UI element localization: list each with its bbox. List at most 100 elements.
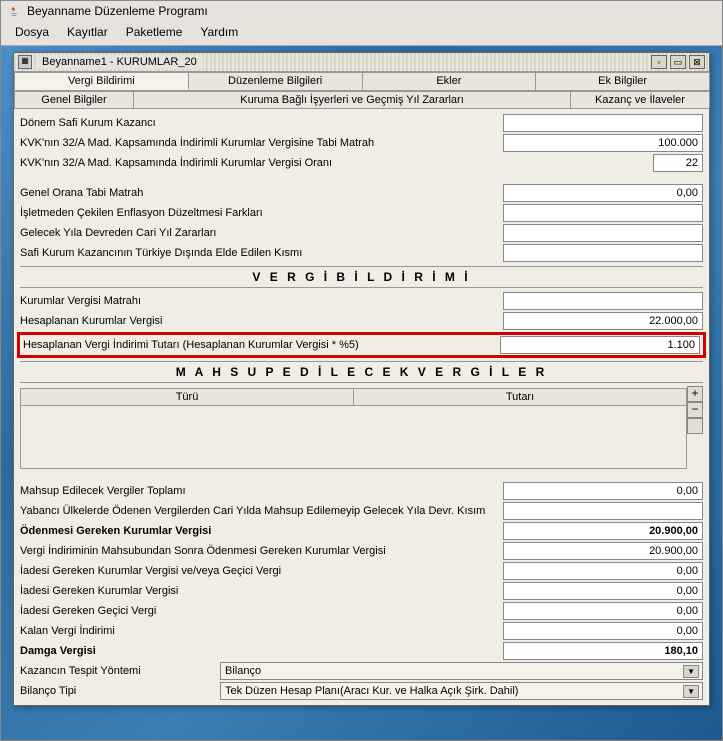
window-controls: ▫ ▭ ⊠ — [651, 55, 705, 69]
tab-ekler[interactable]: Ekler — [362, 72, 537, 90]
mahsup-table-header: Türü Tutarı — [21, 389, 686, 406]
th-turu: Türü — [21, 389, 354, 405]
input-iadesi-kv[interactable] — [503, 582, 703, 600]
label-mahsup-toplam: Mahsup Edilecek Vergiler Toplamı — [20, 485, 503, 497]
label-gelecek-yila: Gelecek Yıla Devreden Cari Yıl Zararları — [20, 227, 503, 239]
minimize-button[interactable]: ▫ — [651, 55, 667, 69]
input-genel-oran[interactable] — [503, 184, 703, 202]
row-iadesi-kv: İadesi Gereken Kurumlar Vergisi — [20, 581, 703, 601]
internal-window: ▦ Beyanname1 - KURUMLAR_20 ▫ ▭ ⊠ Vergi B… — [13, 52, 710, 706]
input-donem[interactable] — [503, 114, 703, 132]
menu-records[interactable]: Kayıtlar — [59, 23, 116, 41]
row-iadesi-gecici: İadesi Gereken Kurumlar Vergisi ve/veya … — [20, 561, 703, 581]
label-kalan-indirim: Kalan Vergi İndirimi — [20, 625, 503, 637]
row-yabanci: Yabancı Ülkelerde Ödenen Vergilerden Car… — [20, 501, 703, 521]
input-iadesi-gecici2[interactable] — [503, 602, 703, 620]
internal-window-icon: ▦ — [18, 55, 32, 69]
input-gelecek-yila[interactable] — [503, 224, 703, 242]
menu-help[interactable]: Yardım — [192, 23, 246, 41]
label-kurumlar-matrah: Kurumlar Vergisi Matrahı — [20, 295, 503, 307]
label-iadesi-gecici: İadesi Gereken Kurumlar Vergisi ve/veya … — [20, 565, 503, 577]
input-kalan-indirim[interactable] — [503, 622, 703, 640]
tab-vergi-bildirimi[interactable]: Vergi Bildirimi — [14, 72, 189, 90]
row-kvk32a-oran: KVK'nın 32/A Mad. Kapsamında İndirimli K… — [20, 153, 703, 173]
row-hesaplanan-kv: Hesaplanan Kurumlar Vergisi — [20, 311, 703, 331]
app-window: Beyanname Düzenleme Programı Dosya Kayıt… — [0, 0, 723, 741]
row-odenmesi-gereken: Ödenmesi Gereken Kurumlar Vergisi — [20, 521, 703, 541]
label-damga: Damga Vergisi — [20, 645, 503, 657]
row-vergi-indirim-sonra: Vergi İndiriminin Mahsubundan Sonra Öden… — [20, 541, 703, 561]
row-kalan-indirim: Kalan Vergi İndirimi — [20, 621, 703, 641]
label-isletmeden: İşletmeden Çekilen Enflasyon Düzeltmesi … — [20, 207, 503, 219]
desktop-area: ▦ Beyanname1 - KURUMLAR_20 ▫ ▭ ⊠ Vergi B… — [1, 46, 722, 740]
label-hesaplanan-kv: Hesaplanan Kurumlar Vergisi — [20, 315, 503, 327]
row-hesaplanan-indirim: Hesaplanan Vergi İndirimi Tutarı (Hesapl… — [23, 335, 700, 355]
input-kvk32a-matrah[interactable] — [503, 134, 703, 152]
row-bilanco-tipi: Bilanço Tipi Tek Düzen Hesap Planı(Aracı… — [20, 681, 703, 701]
row-isletmeden: İşletmeden Çekilen Enflasyon Düzeltmesi … — [20, 203, 703, 223]
label-iadesi-gecici2: İadesi Gereken Geçici Vergi — [20, 605, 503, 617]
row-mahsup-toplam: Mahsup Edilecek Vergiler Toplamı — [20, 481, 703, 501]
row-donem: Dönem Safi Kurum Kazancı — [20, 113, 703, 133]
label-genel-oran: Genel Orana Tabi Matrah — [20, 187, 503, 199]
label-donem: Dönem Safi Kurum Kazancı — [20, 117, 503, 129]
tab-ek-bilgiler[interactable]: Ek Bilgiler — [535, 72, 710, 90]
form-body: Dönem Safi Kurum Kazancı KVK'nın 32/A Ma… — [14, 109, 709, 705]
internal-title: Beyanname1 - KURUMLAR_20 — [36, 55, 203, 69]
row-safi-kurum: Safi Kurum Kazancının Türkiye Dışında El… — [20, 243, 703, 263]
app-title: Beyanname Düzenleme Programı — [27, 4, 208, 18]
label-hesaplanan-indirim: Hesaplanan Vergi İndirimi Tutarı (Hesapl… — [23, 339, 500, 351]
tabs-secondary: Genel Bilgiler Kuruma Bağlı İşyerleri ve… — [14, 91, 709, 109]
table-side-buttons: + − — [687, 386, 703, 471]
tabs-primary: Vergi Bildirimi Düzenleme Bilgileri Ekle… — [14, 72, 709, 91]
input-mahsup-toplam[interactable] — [503, 482, 703, 500]
menu-bar: Dosya Kayıtlar Paketleme Yardım — [1, 21, 722, 46]
input-yabanci[interactable] — [503, 502, 703, 520]
label-kvk32a-oran: KVK'nın 32/A Mad. Kapsamında İndirimli K… — [20, 157, 503, 169]
row-damga: Damga Vergisi — [20, 641, 703, 661]
label-iadesi-kv: İadesi Gereken Kurumlar Vergisi — [20, 585, 503, 597]
row-genel-oran: Genel Orana Tabi Matrah — [20, 183, 703, 203]
remove-row-button[interactable]: − — [687, 402, 703, 418]
section-vergi-bildirimi: V E R G İ B İ L D İ R İ M İ — [20, 266, 703, 288]
label-bilanco-tipi: Bilanço Tipi — [20, 685, 220, 697]
highlight-hesaplanan-indirim: Hesaplanan Vergi İndirimi Tutarı (Hesapl… — [17, 332, 706, 358]
row-kazanc-tespit: Kazancın Tespit Yöntemi Bilanço — [20, 661, 703, 681]
input-damga[interactable] — [503, 642, 703, 660]
input-safi-kurum[interactable] — [503, 244, 703, 262]
input-hesaplanan-indirim[interactable] — [500, 336, 700, 354]
add-row-button[interactable]: + — [687, 386, 703, 402]
menu-file[interactable]: Dosya — [7, 23, 57, 41]
section-mahsup: M A H S U P E D İ L E C E K V E R G İ L … — [20, 361, 703, 383]
input-kvk32a-oran[interactable] — [653, 154, 703, 172]
select-bilanco-tipi[interactable]: Tek Düzen Hesap Planı(Aracı Kur. ve Halk… — [220, 682, 703, 700]
mahsup-table-wrap: Türü Tutarı + − — [20, 386, 703, 471]
input-hesaplanan-kv[interactable] — [503, 312, 703, 330]
mahsup-table-body[interactable] — [21, 406, 686, 468]
close-button[interactable]: ⊠ — [689, 55, 705, 69]
maximize-button[interactable]: ▭ — [670, 55, 686, 69]
mahsup-table: Türü Tutarı — [20, 388, 687, 469]
row-kvk32a-matrah: KVK'nın 32/A Mad. Kapsamında İndirimli K… — [20, 133, 703, 153]
extra-row-button[interactable] — [687, 418, 703, 434]
label-safi-kurum: Safi Kurum Kazancının Türkiye Dışında El… — [20, 247, 503, 259]
tab-duzenleme[interactable]: Düzenleme Bilgileri — [188, 72, 363, 90]
input-iadesi-gecici[interactable] — [503, 562, 703, 580]
label-odenmesi-gereken: Ödenmesi Gereken Kurumlar Vergisi — [20, 525, 503, 537]
menu-packaging[interactable]: Paketleme — [118, 23, 191, 41]
label-kazanc-tespit: Kazancın Tespit Yöntemi — [20, 665, 220, 677]
tab-kazanc-ilaveler[interactable]: Kazanç ve İlaveler — [570, 91, 710, 108]
label-vergi-indirim-sonra: Vergi İndiriminin Mahsubundan Sonra Öden… — [20, 545, 503, 557]
row-iadesi-gecici2: İadesi Gereken Geçici Vergi — [20, 601, 703, 621]
select-kazanc-tespit[interactable]: Bilanço — [220, 662, 703, 680]
tab-kuruma-bagli[interactable]: Kuruma Bağlı İşyerleri ve Geçmiş Yıl Zar… — [133, 91, 571, 108]
input-isletmeden[interactable] — [503, 204, 703, 222]
label-kvk32a-matrah: KVK'nın 32/A Mad. Kapsamında İndirimli K… — [20, 137, 503, 149]
input-kurumlar-matrah[interactable] — [503, 292, 703, 310]
th-tutari: Tutarı — [354, 389, 686, 405]
input-vergi-indirim-sonra[interactable] — [503, 542, 703, 560]
title-bar: Beyanname Düzenleme Programı — [1, 1, 722, 21]
java-icon — [7, 4, 21, 18]
input-odenmesi-gereken[interactable] — [503, 522, 703, 540]
tab-genel-bilgiler[interactable]: Genel Bilgiler — [14, 91, 134, 108]
